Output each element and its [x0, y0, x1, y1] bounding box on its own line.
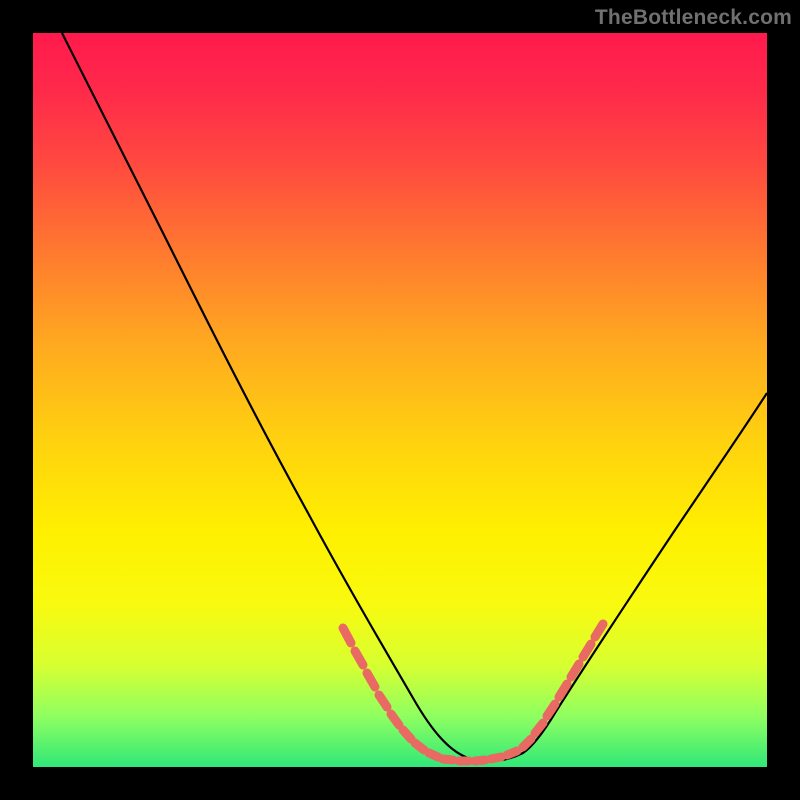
- scatter-right: [523, 624, 603, 747]
- chart-svg: [33, 33, 767, 767]
- chart-plot-area: [33, 33, 767, 767]
- bottleneck-curve-path: [62, 33, 767, 761]
- chart-frame: TheBottleneck.com: [0, 0, 800, 800]
- watermark-text: TheBottleneck.com: [595, 6, 792, 30]
- scatter-left: [343, 628, 438, 757]
